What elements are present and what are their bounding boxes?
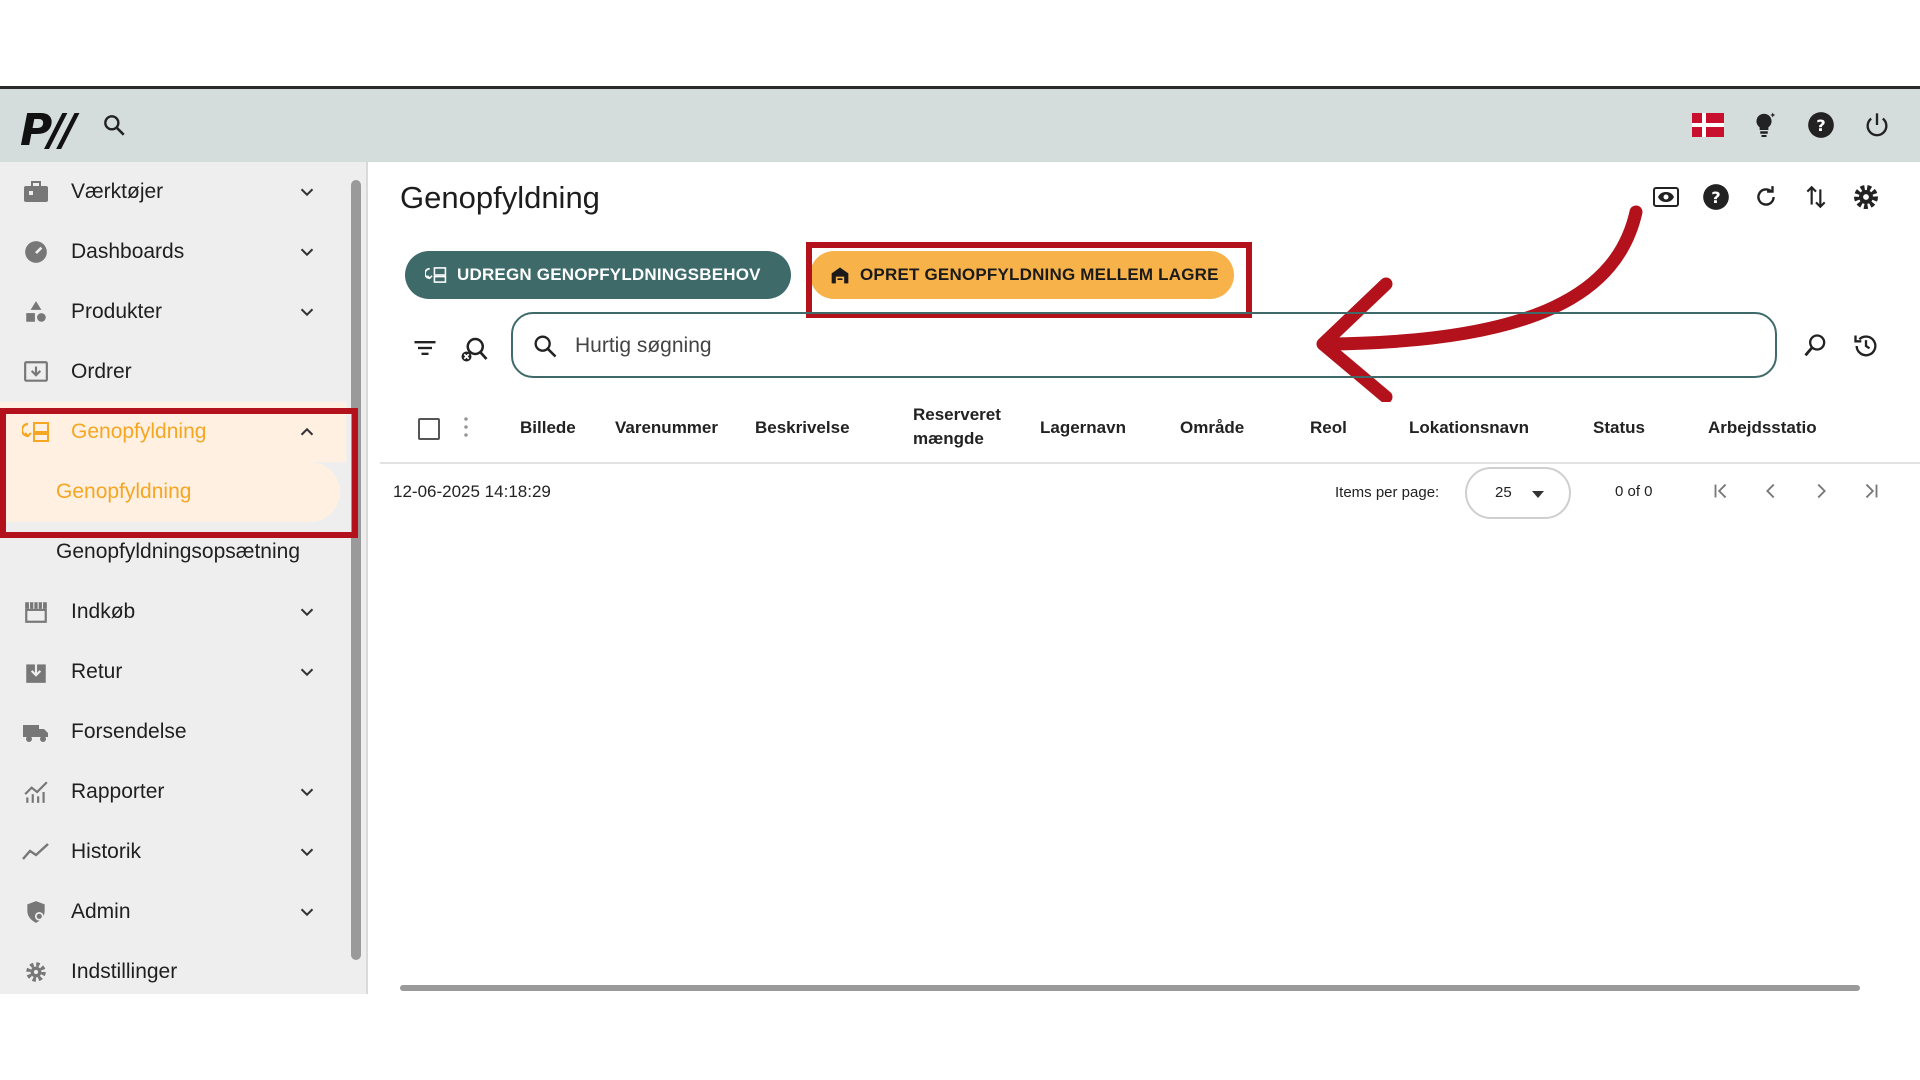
column-header-beskrivelse[interactable]: Beskrivelse — [755, 416, 850, 440]
sort-icon[interactable] — [1801, 182, 1831, 212]
main-content: Genopfyldning ? UDREGN GENOPFYLDNINGSBEH… — [368, 162, 1920, 994]
top-bar: P// ? — [0, 89, 1920, 162]
filter-icon[interactable] — [411, 334, 439, 362]
clear-search-icon[interactable] — [459, 334, 489, 364]
danish-flag-icon[interactable] — [1692, 109, 1724, 141]
sidebar-item-label: Værktøjer — [71, 180, 164, 203]
chevron-down-icon — [300, 248, 314, 257]
dropdown-arrow-icon — [1532, 491, 1544, 498]
chevron-down-icon — [300, 848, 314, 857]
replenish-icon — [425, 267, 447, 283]
sidebar-item-label: Ordrer — [71, 360, 132, 383]
sidebar-subitem-label: Genopfyldningsopsætning — [56, 540, 301, 563]
store-icon — [22, 598, 50, 626]
sidebar-item-ordrer[interactable]: Ordrer — [0, 342, 346, 402]
sidebar-scrollbar[interactable] — [346, 162, 366, 994]
sidebar-item-label: Produkter — [71, 300, 163, 323]
gear-icon — [22, 958, 50, 986]
sidebar-item-label: Indkøb — [71, 600, 136, 623]
shield-icon — [22, 898, 50, 926]
column-header-reol[interactable]: Reol — [1310, 416, 1347, 440]
gauge-icon — [22, 238, 50, 266]
table-horizontal-scrollbar[interactable] — [388, 984, 1908, 992]
sidebar-item-label: Historik — [71, 840, 142, 863]
column-header-varenummer[interactable]: Varenummer — [615, 416, 718, 440]
chevron-down-icon — [300, 308, 314, 317]
calculate-replenishment-label: UDREGN GENOPFYLDNINGSBEHOV — [457, 265, 761, 284]
table-footer: 12-06-2025 14:18:29 Items per page: 25 0… — [368, 462, 1920, 522]
column-header-arbejdsstation[interactable]: Arbejdsstatio — [1708, 416, 1817, 440]
page-title: Genopfyldning — [400, 180, 600, 215]
search-icon — [534, 335, 557, 358]
calculate-replenishment-button[interactable]: UDREGN GENOPFYLDNINGSBEHOV — [405, 251, 791, 299]
previous-page-icon[interactable] — [1760, 480, 1782, 507]
sidebar-item-indstillinger[interactable]: Indstillinger — [0, 942, 346, 994]
sidebar-item-forsendelse[interactable]: Forsendelse — [0, 702, 346, 762]
items-per-page-label: Items per page: — [1335, 484, 1440, 501]
annotation-highlight-sidebar — [0, 408, 358, 538]
sidebar: Værktøjer Dashboards Produkter Ordrer Ge… — [0, 162, 346, 994]
power-icon[interactable] — [1861, 109, 1893, 141]
quick-search — [511, 312, 1777, 378]
shapes-icon — [22, 298, 50, 326]
refresh-icon[interactable] — [1751, 182, 1781, 212]
chart-icon — [22, 778, 50, 806]
app-logo[interactable]: P// — [20, 105, 76, 156]
chevron-down-icon — [300, 908, 314, 917]
sidebar-item-label: Indstillinger — [71, 960, 178, 983]
first-page-icon[interactable] — [1710, 480, 1732, 507]
chevron-down-icon — [300, 188, 314, 197]
table-header: Billede Varenummer Beskrivelse Reservere… — [380, 392, 1920, 464]
chevron-down-icon — [300, 668, 314, 677]
column-header-lagernavn[interactable]: Lagernavn — [1040, 416, 1126, 440]
sidebar-scroll-thumb[interactable] — [351, 180, 361, 960]
sidebar-item-admin[interactable]: Admin — [0, 882, 346, 942]
sidebar-item-label: Forsendelse — [71, 720, 187, 743]
select-all-checkbox[interactable] — [418, 418, 440, 440]
order-icon — [22, 358, 50, 386]
sidebar-item-indkoeb[interactable]: Indkøb — [0, 582, 346, 642]
column-header-lokationsnavn[interactable]: Lokationsnavn — [1409, 416, 1529, 440]
help-icon[interactable]: ? — [1805, 109, 1837, 141]
items-per-page-select[interactable]: 25 — [1465, 467, 1571, 519]
settings-icon[interactable] — [1851, 182, 1881, 212]
svg-text:?: ? — [1711, 188, 1720, 207]
column-header-reserveret-maengde[interactable]: Reserveret mængde — [913, 403, 1023, 451]
svg-text:?: ? — [1816, 116, 1825, 135]
column-header-omraade[interactable]: Område — [1180, 416, 1244, 440]
column-header-status[interactable]: Status — [1593, 416, 1645, 440]
truck-icon — [22, 718, 50, 746]
sidebar-item-historik[interactable]: Historik — [0, 822, 346, 882]
column-header-billede[interactable]: Billede — [520, 416, 576, 440]
search-icon[interactable] — [98, 109, 130, 141]
last-page-icon[interactable] — [1860, 480, 1882, 507]
sidebar-item-produkter[interactable]: Produkter — [0, 282, 346, 342]
chevron-down-icon — [300, 608, 314, 617]
chevron-down-icon — [300, 788, 314, 797]
next-page-icon[interactable] — [1810, 480, 1832, 507]
horizontal-scroll-thumb[interactable] — [400, 985, 1860, 991]
trend-icon — [22, 838, 50, 866]
toolbox-icon — [22, 178, 50, 206]
items-per-page-value: 25 — [1495, 484, 1512, 501]
quick-search-input[interactable] — [575, 328, 1725, 364]
sidebar-item-vaerktoejer[interactable]: Værktøjer — [0, 162, 346, 222]
sidebar-item-label: Dashboards — [71, 240, 185, 263]
advanced-search-icon[interactable] — [1802, 332, 1832, 362]
column-menu-icon[interactable] — [463, 416, 469, 443]
sidebar-item-label: Retur — [71, 660, 123, 683]
app-window: P// ? Værktøjer Dashboards Produkter Ord… — [0, 86, 1920, 994]
history-icon[interactable] — [1852, 332, 1882, 362]
last-updated-timestamp: 12-06-2025 14:18:29 — [393, 482, 551, 501]
sidebar-item-retur[interactable]: Retur — [0, 642, 346, 702]
lightbulb-icon[interactable] — [1748, 109, 1780, 141]
sidebar-item-label: Rapporter — [71, 780, 165, 803]
sidebar-item-dashboards[interactable]: Dashboards — [0, 222, 346, 282]
pagination-range: 0 of 0 — [1615, 483, 1653, 500]
sidebar-item-rapporter[interactable]: Rapporter — [0, 762, 346, 822]
return-box-icon — [22, 658, 50, 686]
sidebar-item-label: Admin — [71, 900, 131, 923]
annotation-highlight-button — [806, 242, 1252, 318]
